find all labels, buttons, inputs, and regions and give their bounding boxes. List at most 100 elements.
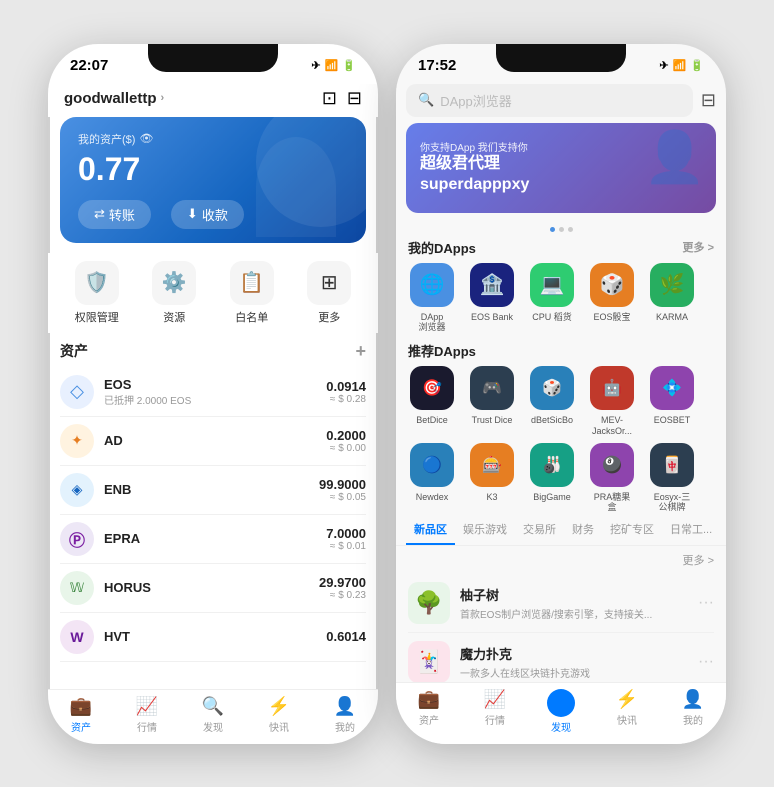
asset-buttons: ⇄ 转账 ⬇ 收款 (78, 200, 348, 229)
banner-sub: 你支持DApp 我们支持你 (420, 139, 529, 154)
dapp-trustdice[interactable]: 🎮 Trust Dice (462, 366, 522, 437)
poker-more-icon[interactable]: ··· (698, 653, 714, 671)
new-apps-more[interactable]: 更多 > (408, 552, 714, 568)
left-status-icons: ✈ 📶 🔋 (311, 59, 356, 72)
dapp-eosbet[interactable]: 💠 EOSBET (642, 366, 702, 437)
karma-icon: 🌿 (650, 263, 694, 307)
search-icon: 🔍 (418, 92, 434, 108)
app-yuzi-tree[interactable]: 🌳 柚子树 首款EOS制户浏览器/搜索引擎，支持接关... ··· (408, 574, 714, 633)
dapp-browser[interactable]: 🌐 DApp浏览器 (402, 263, 462, 334)
dapp-betdice[interactable]: 🎯 BetDice (402, 366, 462, 437)
epra-logo: Ⓟ (60, 522, 94, 556)
my-dapps-row: 🌐 DApp浏览器 🏦 EOS Bank 💻 CPU 稻货 🎲 EOS骰宝 🌿 (396, 263, 726, 334)
profile-nav-icon: 👤 (334, 696, 356, 717)
transfer-button[interactable]: ⇄ 转账 (78, 200, 151, 229)
asset-row-enb[interactable]: ◈ ENB 99.9000 ≈ $ 0.05 (60, 466, 366, 515)
newdex-icon: 🔵 (410, 443, 454, 487)
nav-assets[interactable]: 💼 资产 (48, 696, 114, 734)
tab-entertainment[interactable]: 娱乐游戏 (455, 517, 515, 545)
dapp-mev[interactable]: 🤖 MEV-JacksOr... (582, 366, 642, 437)
my-dapps-more[interactable]: 更多 > (683, 239, 714, 255)
quick-action-resources[interactable]: ⚙️ 资源 (152, 261, 196, 325)
transfer-icon: ⇄ (94, 206, 105, 222)
assets-header: 资产 + (60, 333, 366, 368)
discover-nav-icon: 🔍 (202, 696, 224, 717)
app-magic-poker[interactable]: 🃏 魔力扑克 一款多人在线区块链扑克游戏 ··· (408, 633, 714, 681)
dapp-k3[interactable]: 🎰 K3 (462, 443, 522, 514)
enb-info: ENB (104, 482, 319, 497)
more-icon: ⊞ (307, 261, 351, 305)
betdice-icon: 🎯 (410, 366, 454, 410)
yuzi-more-icon[interactable]: ··· (698, 594, 714, 612)
left-phone: 22:07 ✈ 📶 🔋 goodwallettp › ⊡ ⊟ 我的资 (48, 44, 378, 744)
asset-row-epra[interactable]: Ⓟ EPRA 7.0000 ≈ $ 0.01 (60, 515, 366, 564)
banner[interactable]: 你支持DApp 我们支持你 超级君代理superdapppxy 👤 (406, 123, 716, 213)
nav-profile[interactable]: 👤 我的 (312, 696, 378, 734)
dapp-eosyx[interactable]: 🀄 Eosyx-三公棋牌 (642, 443, 702, 514)
asset-row-hvt[interactable]: W HVT 0.6014 (60, 613, 366, 662)
k3-icon: 🎰 (470, 443, 514, 487)
right-nav-discover[interactable]: ✓ 发现 (528, 689, 594, 734)
asset-row-ad[interactable]: ✦ AD 0.2000 ≈ $ 0.00 (60, 417, 366, 466)
asset-label: 我的资产($) 👁 (78, 131, 348, 147)
add-asset-icon[interactable]: + (355, 341, 366, 362)
assets-title: 资产 (60, 341, 88, 361)
airplane-icon: ✈ (311, 59, 320, 72)
asset-row-eos[interactable]: ◇ EOS 已抵押 2.0000 EOS 0.0914 ≈ $ 0.28 (60, 368, 366, 417)
right-nav-news[interactable]: ⚡ 快讯 (594, 689, 660, 734)
horus-value: 29.9700 ≈ $ 0.23 (319, 575, 366, 601)
dapp-pra[interactable]: 🎱 PRA糖果盒 (582, 443, 642, 514)
tab-mining[interactable]: 挖矿专区 (602, 517, 662, 545)
assets-nav-icon: 💼 (70, 696, 92, 717)
nav-discover[interactable]: 🔍 发现 (180, 696, 246, 734)
quick-actions: 🛡️ 权限管理 ⚙️ 资源 📋 白名单 ⊞ 更多 (48, 253, 378, 333)
market-nav-icon: 📈 (136, 696, 158, 717)
right-nav-market[interactable]: 📈 行情 (462, 689, 528, 734)
header-icons: ⊡ ⊟ (322, 88, 362, 109)
dot-2 (559, 227, 564, 232)
dapp-biggame[interactable]: 🎳 BigGame (522, 443, 582, 514)
dapp-cpu[interactable]: 💻 CPU 稻货 (522, 263, 582, 334)
search-bar[interactable]: 🔍 DApp浏览器 (406, 84, 693, 117)
right-profile-icon: 👤 (682, 689, 704, 710)
dapp-newdex[interactable]: 🔵 Newdex (402, 443, 462, 514)
quick-action-whitelist[interactable]: 📋 白名单 (230, 261, 274, 325)
right-nav-profile[interactable]: 👤 我的 (660, 689, 726, 734)
eos-info: EOS 已抵押 2.0000 EOS (104, 377, 326, 407)
eos-bank-icon: 🏦 (470, 263, 514, 307)
wifi-icon: 📶 (325, 59, 339, 72)
banner-title: 超级君代理superdapppxy (420, 154, 529, 196)
eye-icon[interactable]: 👁 (139, 132, 153, 145)
dapp-dbetsicbo[interactable]: 🎲 dBetSicBo (522, 366, 582, 437)
add-icon[interactable]: ⊟ (347, 88, 362, 109)
recommended-title: 推荐DApps (408, 341, 476, 360)
recommended-row-1: 🎯 BetDice 🎮 Trust Dice 🎲 dBetSicBo 🤖 MEV… (396, 366, 726, 437)
tab-finance[interactable]: 财务 (564, 517, 602, 545)
nav-market[interactable]: 📈 行情 (114, 696, 180, 734)
tab-daily[interactable]: 日常工... (662, 517, 720, 545)
wallet-name[interactable]: goodwallettp › (64, 90, 164, 107)
scan-right-icon[interactable]: ⊟ (701, 90, 716, 111)
right-notch (496, 44, 626, 72)
banner-dots (396, 227, 726, 232)
dapp-eos-dice[interactable]: 🎲 EOS骰宝 (582, 263, 642, 334)
receive-button[interactable]: ⬇ 收款 (171, 200, 244, 229)
dapp-karma[interactable]: 🌿 KARMA (642, 263, 702, 334)
hvt-info: HVT (104, 629, 326, 644)
eosbet-icon: 💠 (650, 366, 694, 410)
right-battery-icon: 🔋 (690, 59, 704, 72)
quick-action-more[interactable]: ⊞ 更多 (307, 261, 351, 325)
dapp-eos-bank[interactable]: 🏦 EOS Bank (462, 263, 522, 334)
tab-new[interactable]: 新品区 (406, 517, 455, 545)
asset-card: 我的资产($) 👁 0.77 ⇄ 转账 ⬇ 收款 (60, 117, 366, 243)
tab-exchange[interactable]: 交易所 (515, 517, 564, 545)
scan-icon[interactable]: ⊡ (322, 88, 337, 109)
assets-section: 资产 + ◇ EOS 已抵押 2.0000 EOS 0.0914 ≈ $ 0.2… (48, 333, 378, 689)
quick-action-permissions[interactable]: 🛡️ 权限管理 (75, 261, 119, 325)
ad-info: AD (104, 433, 326, 448)
asset-row-horus[interactable]: 𝕎 HORUS 29.9700 ≈ $ 0.23 (60, 564, 366, 613)
left-header: goodwallettp › ⊡ ⊟ (48, 84, 378, 117)
right-airplane-icon: ✈ (659, 59, 668, 72)
nav-news[interactable]: ⚡ 快讯 (246, 696, 312, 734)
right-nav-assets[interactable]: 💼 资产 (396, 689, 462, 734)
